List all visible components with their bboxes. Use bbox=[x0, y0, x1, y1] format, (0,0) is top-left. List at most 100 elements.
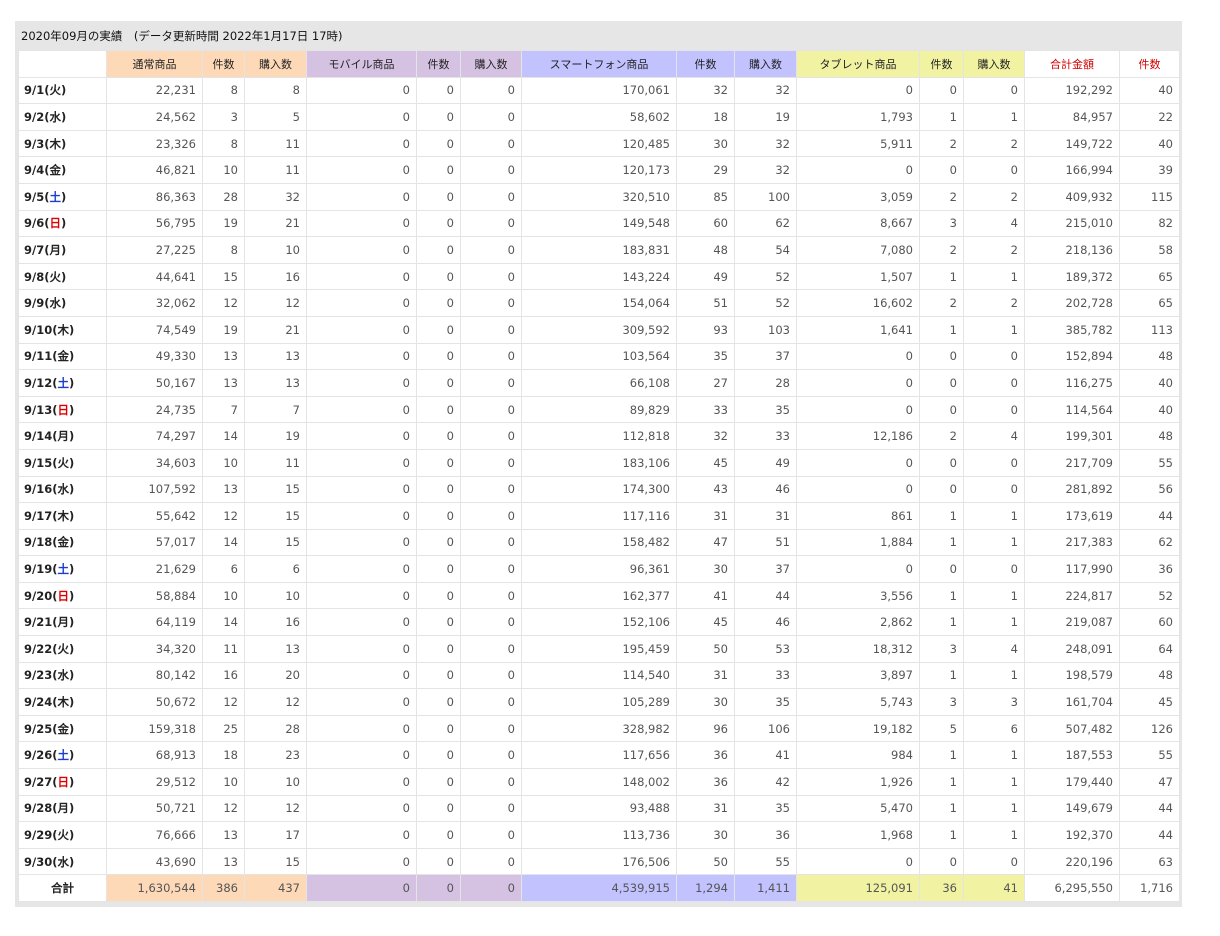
value-cell: 215,010 bbox=[1024, 209, 1120, 238]
value-cell: 19,182 bbox=[796, 714, 920, 743]
value-cell: 0 bbox=[306, 661, 417, 690]
value-cell: 2 bbox=[919, 182, 964, 211]
date-label: 9/12 bbox=[24, 375, 53, 390]
total-value-cell: 0 bbox=[460, 874, 522, 902]
value-cell: 0 bbox=[416, 741, 461, 770]
value-cell: 15 bbox=[202, 262, 245, 291]
value-cell: 44,641 bbox=[106, 262, 203, 291]
value-cell: 48 bbox=[676, 236, 735, 264]
value-cell: 0 bbox=[306, 741, 417, 770]
value-cell: 89,829 bbox=[521, 395, 677, 424]
date-cell: 9/25(金) bbox=[18, 714, 107, 743]
value-cell: 48 bbox=[1119, 422, 1180, 450]
value-cell: 0 bbox=[460, 475, 522, 504]
value-cell: 0 bbox=[306, 714, 417, 743]
value-cell: 33 bbox=[676, 395, 735, 424]
date-cell: 9/23(水) bbox=[18, 661, 107, 690]
value-cell: 23,326 bbox=[106, 129, 203, 158]
date-cell: 9/12(土) bbox=[18, 369, 107, 397]
date-label: 9/9 bbox=[24, 296, 45, 311]
value-cell: 8 bbox=[202, 236, 245, 264]
date-cell: 9/6(日) bbox=[18, 209, 107, 238]
date-label: 9/16 bbox=[24, 482, 53, 497]
table-row: 9/4(金) 46,821 10 11 0 0 0 120,173 29 32 0 0 0 166,994… bbox=[18, 156, 1180, 184]
value-cell: 0 bbox=[460, 262, 522, 291]
value-cell: 16,602 bbox=[796, 289, 920, 317]
value-cell: 21,629 bbox=[106, 555, 203, 583]
value-cell: 0 bbox=[460, 156, 522, 184]
table-row: 9/11(金) 49,330 13 13 0 0 0 103,564 35 37 0 0 0 152,89… bbox=[18, 342, 1180, 371]
value-cell: 507,482 bbox=[1024, 714, 1120, 743]
value-cell: 1 bbox=[963, 502, 1025, 530]
value-cell: 166,994 bbox=[1024, 156, 1120, 184]
value-cell: 12 bbox=[202, 688, 245, 716]
value-cell: 47 bbox=[676, 528, 735, 557]
value-cell: 0 bbox=[416, 528, 461, 557]
value-cell: 120,485 bbox=[521, 129, 677, 158]
value-cell: 30 bbox=[676, 688, 735, 716]
value-cell: 15 bbox=[244, 475, 307, 504]
table-row: 9/9(水) 32,062 12 12 0 0 0 154,064 51 52 16,602 2 2 20… bbox=[18, 289, 1180, 317]
value-cell: 0 bbox=[796, 475, 920, 504]
value-cell: 0 bbox=[919, 369, 964, 397]
value-cell: 328,982 bbox=[521, 714, 677, 743]
value-cell: 20 bbox=[244, 661, 307, 690]
date-label: 9/8 bbox=[24, 269, 45, 284]
value-cell: 45 bbox=[676, 448, 735, 477]
value-cell: 58 bbox=[1119, 236, 1180, 264]
value-cell: 15 bbox=[244, 502, 307, 530]
value-cell: 27,225 bbox=[106, 236, 203, 264]
total-value-cell: 4,539,915 bbox=[521, 874, 677, 902]
value-cell: 56 bbox=[1119, 475, 1180, 504]
value-cell: 50,167 bbox=[106, 369, 203, 397]
table-row: 9/22(火) 34,320 11 13 0 0 0 195,459 50 53 18,312 3 4 2… bbox=[18, 635, 1180, 663]
date-cell: 9/24(木) bbox=[18, 688, 107, 716]
value-cell: 0 bbox=[306, 129, 417, 158]
weekday-label: 金 bbox=[57, 349, 69, 364]
value-cell: 13 bbox=[202, 342, 245, 371]
value-cell: 86,363 bbox=[106, 182, 203, 211]
value-cell: 0 bbox=[306, 794, 417, 823]
value-cell: 3 bbox=[919, 209, 964, 238]
value-cell: 154,064 bbox=[521, 289, 677, 317]
value-cell: 0 bbox=[306, 395, 417, 424]
weekday-label: 日 bbox=[57, 588, 69, 603]
value-cell: 96,361 bbox=[521, 555, 677, 583]
value-cell: 24,735 bbox=[106, 395, 203, 424]
value-cell: 1,968 bbox=[796, 821, 920, 849]
value-cell: 0 bbox=[416, 156, 461, 184]
value-cell: 51 bbox=[734, 528, 797, 557]
value-cell: 1 bbox=[963, 768, 1025, 796]
value-cell: 385,782 bbox=[1024, 315, 1120, 344]
value-cell: 1,926 bbox=[796, 768, 920, 796]
value-cell: 32 bbox=[734, 76, 797, 105]
value-cell: 0 bbox=[460, 236, 522, 264]
value-cell: 80,142 bbox=[106, 661, 203, 690]
date-cell: 9/26(土) bbox=[18, 741, 107, 770]
date-cell: 9/30(水) bbox=[18, 847, 107, 876]
date-label: 9/15 bbox=[24, 455, 53, 470]
value-cell: 93 bbox=[676, 315, 735, 344]
value-cell: 42 bbox=[734, 768, 797, 796]
table-row: 9/29(火) 76,666 13 17 0 0 0 113,736 30 36 1,968 1 1 19… bbox=[18, 821, 1180, 849]
date-label: 9/7 bbox=[24, 242, 45, 257]
value-cell: 10 bbox=[202, 581, 245, 610]
weekday-label: 月 bbox=[49, 242, 61, 257]
value-cell: 0 bbox=[306, 502, 417, 530]
value-cell: 0 bbox=[460, 847, 522, 876]
value-cell: 0 bbox=[460, 448, 522, 477]
value-cell: 46 bbox=[734, 475, 797, 504]
value-cell: 0 bbox=[306, 821, 417, 849]
value-cell: 56,795 bbox=[106, 209, 203, 238]
value-cell: 218,136 bbox=[1024, 236, 1120, 264]
value-cell: 149,679 bbox=[1024, 794, 1120, 823]
value-cell: 40 bbox=[1119, 369, 1180, 397]
value-cell: 0 bbox=[919, 76, 964, 105]
weekday-label: 水 bbox=[57, 854, 69, 869]
value-cell: 6 bbox=[202, 555, 245, 583]
value-cell: 62 bbox=[734, 209, 797, 238]
table-row: 9/16(水) 107,592 13 15 0 0 0 174,300 43 46 0 0 0 281,8… bbox=[18, 475, 1180, 504]
sales-table: 通常商品 件数 購入数 モバイル商品 件数 購入数 スマートフォン商品 件数 購入数 タブレット商… bbox=[18, 50, 1180, 902]
value-cell: 103 bbox=[734, 315, 797, 344]
value-cell: 49 bbox=[676, 262, 735, 291]
